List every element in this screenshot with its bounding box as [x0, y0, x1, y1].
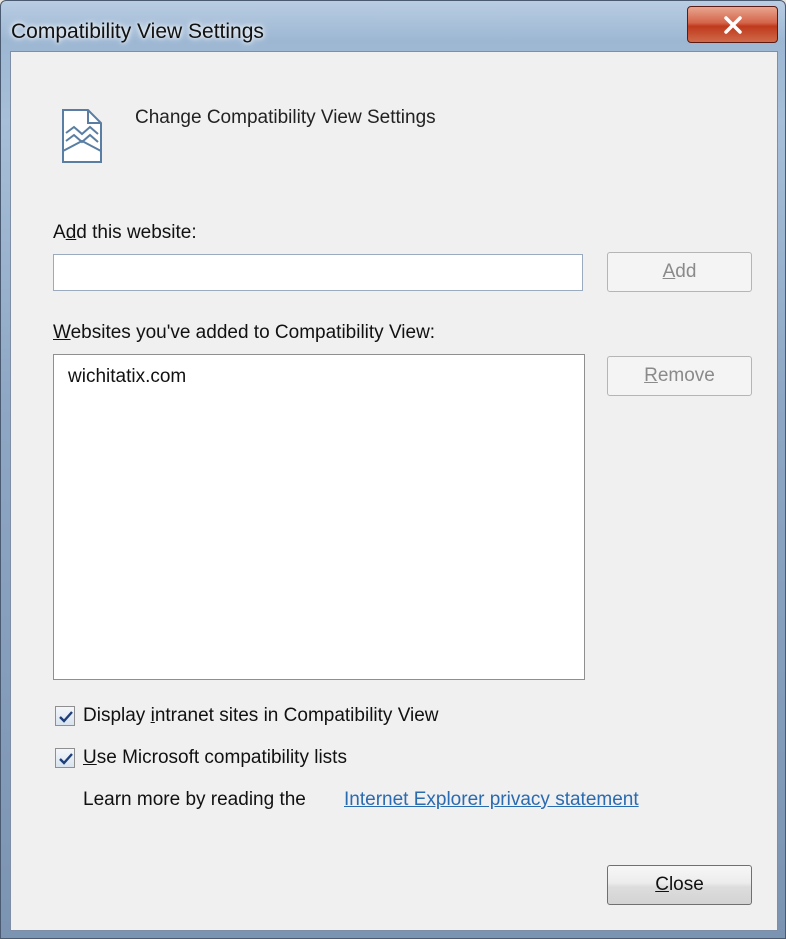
websites-listbox[interactable]: wichitatix.com [53, 354, 585, 680]
intranet-checkbox-label[interactable]: Display intranet sites in Compatibility … [83, 705, 439, 727]
compatibility-view-icon [62, 109, 102, 163]
close-button[interactable]: Close [607, 865, 752, 905]
dialog-heading: Change Compatibility View Settings [135, 107, 436, 128]
dialog-body: Change Compatibility View Settings Add t… [10, 51, 778, 931]
title-bar[interactable]: Compatibility View Settings [1, 1, 785, 57]
window-close-button[interactable] [687, 6, 778, 43]
add-button[interactable]: Add [607, 252, 752, 292]
privacy-statement-link[interactable]: Internet Explorer privacy statement [344, 789, 639, 811]
add-website-label: Add this website: [53, 222, 197, 243]
close-icon [724, 16, 742, 34]
checkmark-icon [59, 711, 73, 723]
ms-lists-checkbox-label[interactable]: Use Microsoft compatibility lists [83, 747, 347, 769]
window-title: Compatibility View Settings [11, 20, 264, 43]
add-website-input[interactable] [53, 254, 583, 291]
dialog-window: Compatibility View Settings Change Compa… [0, 0, 786, 939]
remove-button[interactable]: Remove [607, 356, 752, 396]
intranet-checkbox[interactable] [55, 706, 75, 726]
learn-more-text: Learn more by reading the [83, 789, 306, 810]
ms-lists-checkbox[interactable] [55, 748, 75, 768]
checkmark-icon [59, 753, 73, 765]
websites-list-label: Websites you've added to Compatibility V… [53, 322, 436, 343]
list-item[interactable]: wichitatix.com [68, 366, 186, 388]
